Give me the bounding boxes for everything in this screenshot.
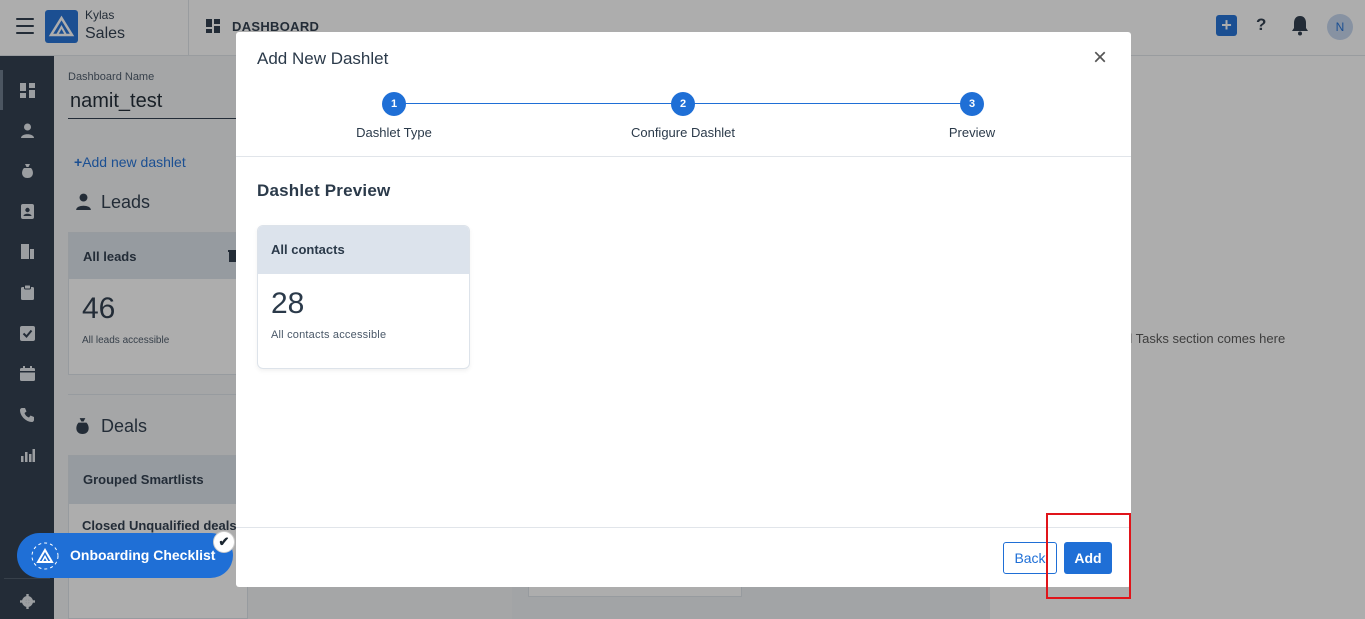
stepper-line	[683, 103, 972, 104]
stepper-line	[394, 103, 683, 104]
modal-title: Add New Dashlet	[257, 49, 389, 68]
highlight-box	[1046, 513, 1131, 599]
preview-card-count: 28	[271, 287, 305, 320]
step-2-dot[interactable]: 2	[671, 92, 695, 116]
preview-title: Dashlet Preview	[257, 181, 391, 200]
modal-footer-divider	[236, 527, 1131, 528]
modal-divider	[236, 156, 1131, 157]
step-3-dot[interactable]: 3	[960, 92, 984, 116]
check-icon: ✔	[213, 531, 235, 553]
add-dashlet-modal: Add New Dashlet × 1 2 3 Dashlet Type Con…	[236, 32, 1131, 587]
onboarding-label: Onboarding Checklist	[70, 547, 216, 563]
dashlet-preview-card: All contacts 28 All contacts accessible	[257, 225, 470, 369]
step-3-label: Preview	[948, 125, 996, 140]
step-2-label: Configure Dashlet	[630, 125, 736, 140]
step-1-dot[interactable]: 1	[382, 92, 406, 116]
step-1-label: Dashlet Type	[356, 125, 432, 140]
preview-card-caption: All contacts accessible	[271, 329, 387, 341]
preview-card-title: All contacts	[258, 226, 469, 274]
kylas-logo-icon	[31, 542, 59, 570]
onboarding-checklist-button[interactable]: Onboarding Checklist	[17, 533, 233, 578]
close-icon[interactable]: ×	[1093, 46, 1107, 70]
